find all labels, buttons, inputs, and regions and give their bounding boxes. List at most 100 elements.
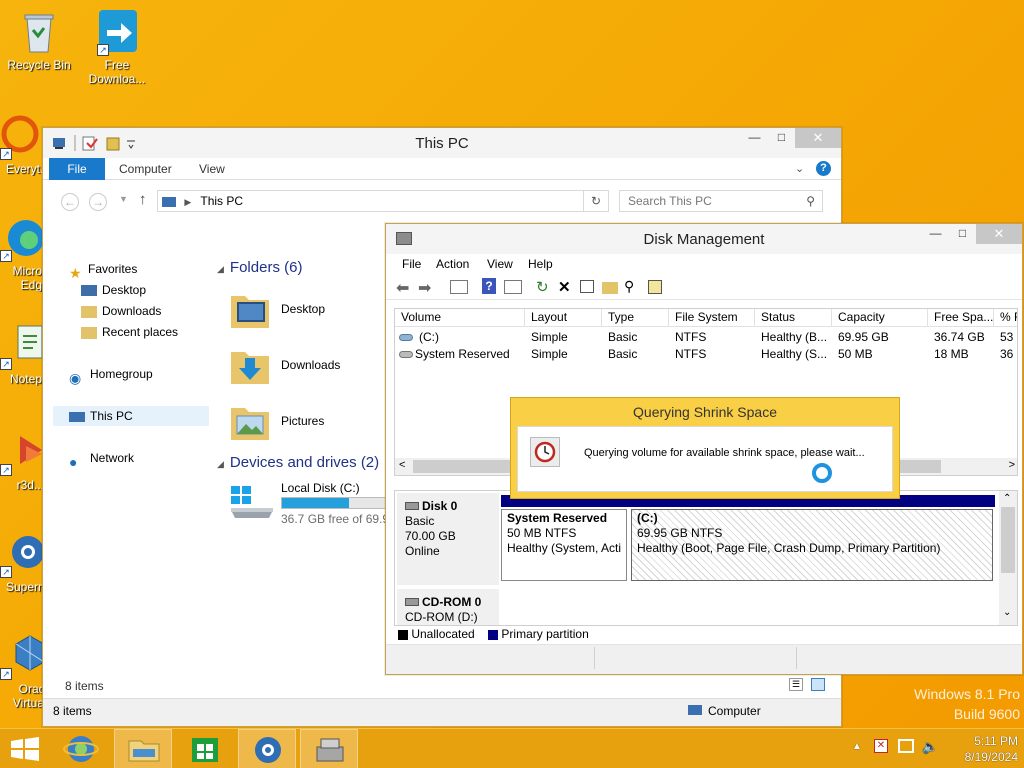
tab-view[interactable]: View xyxy=(199,158,225,180)
system-tray: ▲ ✕ 🔈 5:11 PM 8/19/2024 xyxy=(846,729,1024,768)
address-bar[interactable]: ▶ This PC ⌄ xyxy=(157,190,607,212)
nav-network[interactable]: ● Network xyxy=(69,448,134,470)
drive-volume-icon xyxy=(399,351,413,358)
forward-arrow-icon[interactable]: ➡ xyxy=(418,278,436,297)
menu-view[interactable]: View xyxy=(487,257,513,271)
status-computer: Computer xyxy=(708,704,761,718)
taskbar-supermium[interactable] xyxy=(238,729,296,768)
shortcut-arrow-icon: ↗ xyxy=(0,148,12,160)
scroll-left-icon[interactable]: < xyxy=(399,459,405,471)
status-item-count: 8 items xyxy=(53,704,92,718)
table-row[interactable]: (C:) Simple Basic NTFS Healthy (B... 69.… xyxy=(395,329,1017,346)
folder-icon xyxy=(231,408,269,440)
tab-file[interactable]: File xyxy=(49,158,105,180)
help-icon[interactable]: ? xyxy=(482,278,496,294)
nav-this-pc[interactable]: This PC xyxy=(53,406,209,426)
show-hide-console-tree-icon[interactable] xyxy=(450,280,468,294)
back-button[interactable]: ← xyxy=(61,193,79,211)
close-button[interactable]: ✕ xyxy=(976,224,1022,244)
scroll-right-icon[interactable]: > xyxy=(1009,459,1015,471)
breadcrumb-this-pc[interactable]: This PC xyxy=(200,194,243,208)
column-header-file-system[interactable]: File System xyxy=(669,309,755,327)
nav-desktop[interactable]: Desktop xyxy=(81,280,146,300)
column-header-free-space[interactable]: Free Spa... xyxy=(928,309,994,327)
column-header-capacity[interactable]: Capacity xyxy=(832,309,928,327)
column-header-percent-free[interactable]: % F xyxy=(994,309,1017,327)
column-header-type[interactable]: Type xyxy=(602,309,669,327)
show-hidden-icons-icon[interactable]: ▲ xyxy=(852,741,862,752)
ribbon-expand-chevron-icon[interactable]: ⌄ xyxy=(795,162,804,175)
folder-pictures[interactable]: Pictures xyxy=(229,398,389,450)
up-button[interactable]: ↑ xyxy=(139,191,147,208)
action-center-flag-icon[interactable]: ✕ xyxy=(874,739,888,753)
folder-downloads[interactable]: Downloads xyxy=(229,342,389,394)
nav-homegroup[interactable]: ◉ Homegroup xyxy=(69,364,153,386)
cdrom-0-info[interactable]: CD-ROM 0 CD-ROM (D:) xyxy=(397,589,499,625)
open-folder-icon[interactable] xyxy=(602,282,618,294)
column-header-status[interactable]: Status xyxy=(755,309,832,327)
nav-recent-places[interactable]: Recent places xyxy=(81,322,178,342)
folder-desktop[interactable]: Desktop xyxy=(229,286,389,338)
store-icon xyxy=(192,738,218,762)
help-icon[interactable]: ? xyxy=(816,161,831,176)
tab-computer[interactable]: Computer xyxy=(119,158,172,180)
column-header-volume[interactable]: Volume xyxy=(395,309,525,327)
vertical-scrollbar[interactable]: ⌃ ⌄ xyxy=(999,491,1017,625)
querying-shrink-space-dialog[interactable]: Querying Shrink Space Querying volume fo… xyxy=(510,397,900,499)
table-row[interactable]: System Reserved Simple Basic NTFS Health… xyxy=(395,346,1017,363)
scroll-thumb[interactable] xyxy=(1001,507,1015,573)
menu-file[interactable]: File xyxy=(402,257,421,271)
desktop-icon-free-download[interactable]: ↗ Free Downloa... xyxy=(79,8,155,86)
disk-0-info[interactable]: Disk 0 Basic 70.00 GB Online xyxy=(397,493,499,585)
explore-search-icon[interactable]: ⚲ xyxy=(624,278,642,296)
forward-button[interactable]: → xyxy=(89,193,107,211)
column-header-layout[interactable]: Layout xyxy=(525,309,602,327)
homegroup-icon: ◉ xyxy=(69,369,82,386)
disk-graphical-view: Disk 0 Basic 70.00 GB Online System Rese… xyxy=(394,490,1018,626)
close-button[interactable]: ✕ xyxy=(795,128,841,148)
start-button[interactable] xyxy=(0,729,50,768)
legend-unallocated: Unallocated xyxy=(411,627,475,641)
taskbar-disk-management[interactable] xyxy=(300,729,358,768)
menu-action[interactable]: Action xyxy=(436,257,469,271)
taskbar-file-explorer[interactable] xyxy=(114,729,172,768)
taskbar-internet-explorer[interactable] xyxy=(52,729,110,768)
nav-downloads[interactable]: Downloads xyxy=(81,301,161,321)
large-icons-view-button[interactable] xyxy=(811,678,825,691)
shortcut-arrow-icon: ↗ xyxy=(0,566,12,578)
ribbon-tabs: File Computer View ⌄ ? xyxy=(43,158,841,180)
collapse-chevron-icon: ◢ xyxy=(217,459,224,469)
minimize-button[interactable]: — xyxy=(922,224,949,244)
scroll-up-icon[interactable]: ⌃ xyxy=(1003,493,1011,504)
shortcut-arrow-icon: ↗ xyxy=(0,250,12,262)
minimize-button[interactable]: — xyxy=(741,128,768,148)
search-box[interactable]: Search This PC ⚲ xyxy=(619,190,823,212)
partition-system-reserved[interactable]: System Reserved 50 MB NTFS Healthy (Syst… xyxy=(501,509,627,581)
maximize-button[interactable]: □ xyxy=(768,128,795,148)
show-hide-action-pane-icon[interactable] xyxy=(504,280,522,294)
menu-help[interactable]: Help xyxy=(528,257,553,271)
devices-group-header[interactable]: ◢ Devices and drives (2) xyxy=(217,454,379,471)
desktop-icon-recycle-bin[interactable]: Recycle Bin xyxy=(1,8,77,72)
diskmgmt-titlebar[interactable]: Disk Management — □ ✕ xyxy=(386,224,1022,254)
delete-icon[interactable]: ✕ xyxy=(558,278,576,296)
nav-favorites[interactable]: ★ Favorites xyxy=(69,259,137,281)
maximize-button[interactable]: □ xyxy=(949,224,976,244)
properties-icon[interactable] xyxy=(580,280,594,293)
refresh-button[interactable]: ↻ xyxy=(583,190,609,212)
scroll-down-icon[interactable]: ⌄ xyxy=(1003,607,1011,618)
folders-group-header[interactable]: ◢ Folders (6) xyxy=(217,259,302,276)
explorer-titlebar[interactable]: This PC — □ ✕ xyxy=(43,128,841,158)
partition-c[interactable]: (C:) 69.95 GB NTFS Healthy (Boot, Page F… xyxy=(631,509,993,581)
refresh-icon[interactable]: ↻ xyxy=(536,278,554,296)
taskbar-store[interactable] xyxy=(176,729,234,768)
clock[interactable]: 5:11 PM 8/19/2024 xyxy=(946,733,1018,765)
details-view-button[interactable]: ☰ xyxy=(789,678,803,691)
recent-locations-icon[interactable]: ▼ xyxy=(119,194,128,204)
volume-muted-icon[interactable]: 🔈 xyxy=(922,739,938,755)
dialog-body: Querying volume for available shrink spa… xyxy=(517,426,893,492)
back-arrow-icon[interactable]: ⬅ xyxy=(396,278,414,297)
settings-icon[interactable] xyxy=(648,280,662,294)
network-status-icon[interactable] xyxy=(898,739,914,753)
dialog-message: Querying volume for available shrink spa… xyxy=(584,447,865,459)
